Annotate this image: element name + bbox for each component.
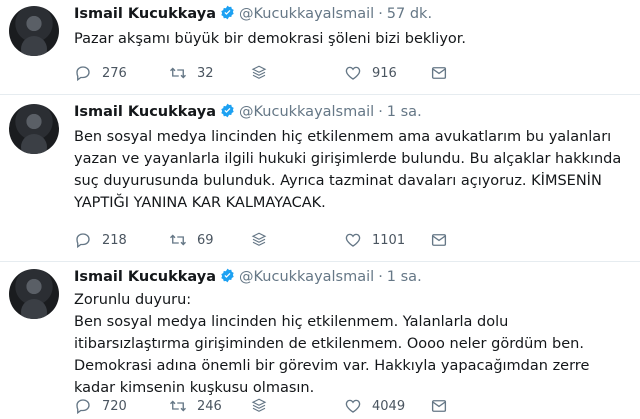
retweet-icon [170, 67, 186, 79]
verified-icon [221, 268, 234, 283]
verified-icon [221, 103, 234, 118]
stats-button[interactable] [250, 396, 268, 416]
reply-icon [76, 233, 90, 249]
tweet-timestamp[interactable]: 1 sa. [387, 269, 422, 285]
like-button[interactable]: 4049 [344, 396, 405, 416]
message-button[interactable] [430, 63, 448, 83]
reply-button[interactable]: 276 [74, 63, 127, 83]
reply-count: 720 [102, 398, 127, 414]
stats-icon [251, 65, 267, 79]
author-name[interactable]: Ismail Kucukkaya [74, 269, 216, 285]
tweet-text: Ben sosyal medya lincinden hiç etkilenme… [74, 129, 622, 211]
like-count: 1101 [372, 232, 406, 248]
reply-count: 218 [102, 232, 127, 248]
retweet-count: 69 [197, 232, 214, 248]
tweet[interactable]: Ismail Kucukkaya @Kucukkayalsmail · 1 sa. B… [0, 96, 640, 262]
stats-icon [251, 398, 267, 412]
tweet-header: Ismail Kucukkaya @Kucukkayalsmail · 57 dk. [74, 4, 628, 24]
retweet-button[interactable]: 69 [169, 230, 214, 250]
retweet-button[interactable]: 246 [169, 396, 222, 416]
reply-button[interactable]: 720 [74, 396, 127, 416]
tweet-timeline: Ismail Kucukkaya @Kucukkayalsmail · 57 dk. … [0, 0, 640, 419]
tweet-text: Pazar akşamı büyük bir demokrasi şöleni … [74, 31, 467, 47]
reply-button[interactable]: 218 [74, 230, 127, 250]
tweet-header: Ismail Kucukkaya @Kucukkayalsmail · 1 sa. [74, 102, 628, 122]
message-icon [431, 400, 447, 412]
message-icon [431, 67, 447, 79]
author-handle[interactable]: @Kucukkayalsmail [239, 6, 374, 22]
tweet-header: Ismail Kucukkaya @Kucukkayalsmail · 1 sa. [74, 267, 628, 287]
author-name[interactable]: Ismail Kucukkaya [74, 6, 216, 22]
separator-dot: · [378, 269, 383, 285]
like-icon [345, 66, 361, 80]
like-count: 4049 [372, 398, 406, 414]
retweet-icon [170, 400, 186, 412]
like-icon [345, 233, 361, 247]
tweet-timestamp[interactable]: 57 dk. [387, 6, 432, 22]
like-count: 916 [372, 65, 397, 81]
like-button[interactable]: 916 [344, 63, 397, 83]
reply-count: 276 [102, 65, 127, 81]
author-name[interactable]: Ismail Kucukkaya [74, 104, 216, 120]
message-icon [431, 234, 447, 246]
tweet[interactable]: Ismail Kucukkaya @Kucukkayalsmail · 57 dk. … [0, 0, 640, 95]
tweet-text: Zorunlu duyuru: Ben sosyal medya lincind… [74, 289, 628, 399]
reply-icon [76, 66, 90, 82]
author-handle[interactable]: @Kucukkayalsmail [239, 269, 374, 285]
verified-icon [221, 5, 234, 20]
message-button[interactable] [430, 230, 448, 250]
stats-button[interactable] [250, 63, 268, 83]
stats-button[interactable] [250, 230, 268, 250]
tweet-text-line: Zorunlu duyuru: [74, 292, 192, 308]
retweet-button[interactable]: 32 [169, 63, 214, 83]
tweet-timestamp[interactable]: 1 sa. [387, 104, 422, 120]
stats-icon [251, 232, 267, 246]
retweet-count: 246 [197, 398, 222, 414]
separator-dot: · [378, 6, 383, 22]
tweet[interactable]: Ismail Kucukkaya @Kucukkayalsmail · 1 sa. Z… [0, 263, 640, 419]
author-handle[interactable]: @Kucukkayalsmail [239, 104, 374, 120]
separator-dot: · [378, 104, 383, 120]
reply-icon [76, 399, 90, 415]
like-icon [345, 399, 361, 413]
retweet-count: 32 [197, 65, 214, 81]
retweet-icon [170, 234, 186, 246]
avatar[interactable] [9, 6, 59, 56]
tweet-text-line: Ben sosyal medya lincinden hiç etkilenme… [74, 314, 590, 396]
like-button[interactable]: 1101 [344, 230, 405, 250]
avatar[interactable] [9, 269, 59, 319]
avatar[interactable] [9, 104, 59, 154]
message-button[interactable] [430, 396, 448, 416]
